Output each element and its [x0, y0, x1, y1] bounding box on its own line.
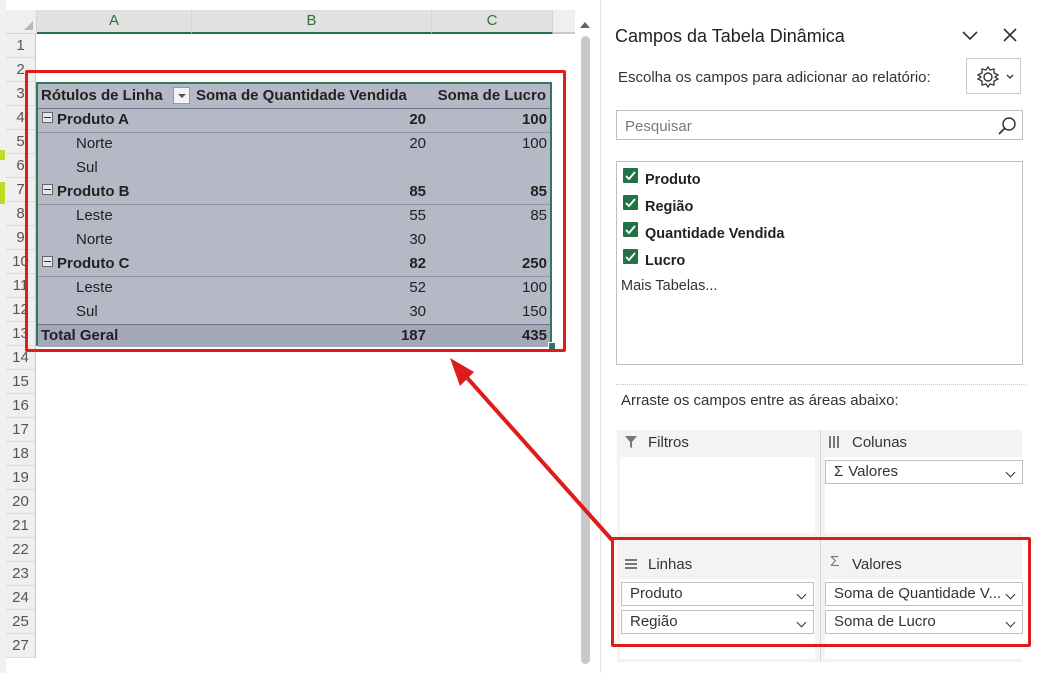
highlight-box-rows-values [611, 537, 1031, 647]
chevron-down-icon [962, 31, 978, 41]
edge-mark [0, 150, 5, 160]
row-header[interactable]: 18 [6, 442, 36, 466]
sigma-icon: Σ [834, 463, 844, 480]
row-header[interactable]: 24 [6, 586, 36, 610]
search-input[interactable] [623, 115, 987, 137]
column-header-c[interactable]: C [432, 10, 553, 34]
field-label: Quantidade Vendida [645, 226, 785, 242]
columns-field-pill[interactable]: Σ Valores [825, 460, 1023, 484]
row-header[interactable]: 22 [6, 538, 36, 562]
chevron-down-icon [1005, 467, 1016, 478]
close-panel-button[interactable] [999, 24, 1021, 46]
row-header[interactable]: 21 [6, 514, 36, 538]
panel-instructions: Escolha os campos para adicionar ao rela… [618, 69, 931, 86]
field-label: Lucro [645, 253, 686, 269]
field-list-settings-button[interactable] [966, 58, 1021, 94]
select-all-corner[interactable] [6, 10, 37, 34]
checkbox-checked-icon[interactable] [623, 249, 638, 264]
panel-title: Campos da Tabela Dinâmica [615, 26, 845, 46]
columns-field-label: Valores [848, 463, 899, 480]
field-label: Região [645, 199, 694, 215]
drag-instructions: Arraste os campos entre as áreas abaixo: [621, 392, 899, 409]
field-search-box[interactable] [616, 110, 1023, 140]
row-header[interactable]: 17 [6, 418, 36, 442]
column-header-a[interactable]: A [37, 10, 192, 34]
filter-icon [625, 436, 637, 448]
row-header[interactable]: 19 [6, 466, 36, 490]
filters-area-label: Filtros [648, 434, 689, 451]
panel-options-button[interactable] [959, 24, 981, 46]
search-icon[interactable] [996, 115, 1018, 137]
vertical-scrollbar[interactable] [576, 10, 598, 673]
panel-separator[interactable] [616, 384, 1026, 386]
columns-area-label: Colunas [852, 434, 908, 451]
row-header[interactable]: 23 [6, 562, 36, 586]
scroll-up-arrow-icon[interactable] [580, 22, 590, 28]
scrollbar-thumb[interactable] [581, 36, 590, 664]
edge-mark [0, 182, 5, 204]
columns-icon [829, 436, 839, 448]
row-header[interactable]: 27 [6, 634, 36, 658]
more-tables-link[interactable]: Mais Tabelas... [621, 278, 717, 294]
close-icon [1003, 28, 1017, 42]
filters-drop-area[interactable] [620, 457, 815, 533]
row-header[interactable]: 16 [6, 394, 36, 418]
row-header[interactable]: 20 [6, 490, 36, 514]
gear-icon [976, 65, 1014, 89]
checkbox-checked-icon[interactable] [623, 195, 638, 210]
checkbox-checked-icon[interactable] [623, 222, 638, 237]
column-header-d[interactable] [553, 10, 575, 34]
highlight-box-pivot-table [25, 70, 566, 352]
field-label: Produto [645, 172, 701, 188]
row-header[interactable]: 25 [6, 610, 36, 634]
field-list: Produto Região Quantidade Vendida Lucro Mai… [616, 161, 1023, 365]
row-header[interactable]: 1 [6, 34, 36, 58]
column-header-b[interactable]: B [192, 10, 432, 34]
checkbox-checked-icon[interactable] [623, 168, 638, 183]
row-header[interactable]: 15 [6, 370, 36, 394]
